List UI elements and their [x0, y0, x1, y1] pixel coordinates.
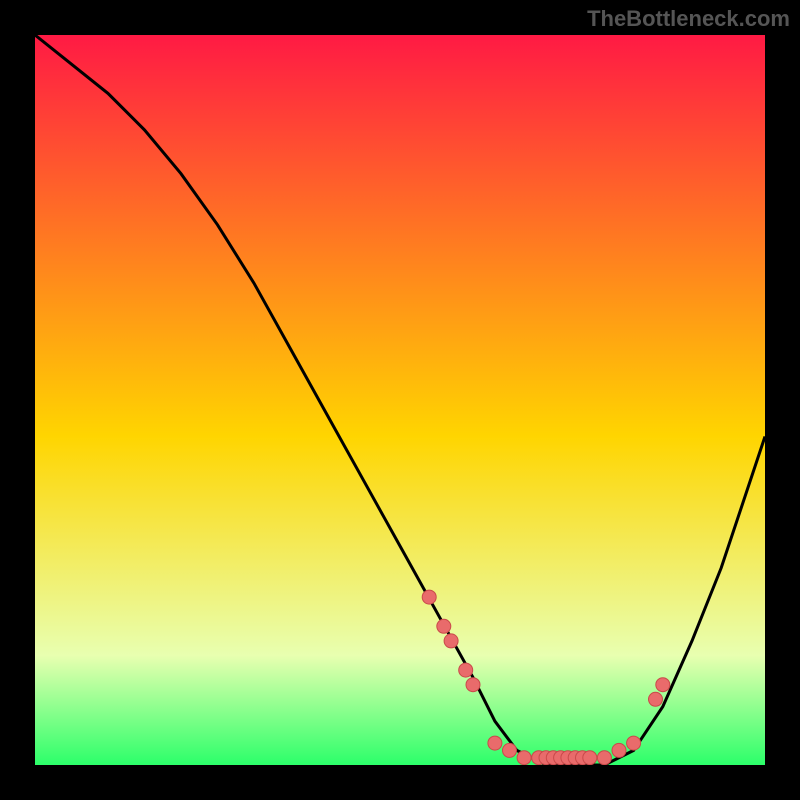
chart-container: TheBottleneck.com	[0, 0, 800, 800]
gradient-background	[35, 35, 765, 765]
data-point	[583, 751, 597, 765]
data-point	[649, 692, 663, 706]
chart-svg	[35, 35, 765, 765]
watermark-text: TheBottleneck.com	[587, 6, 790, 32]
data-point	[466, 678, 480, 692]
data-point	[444, 634, 458, 648]
data-point	[459, 663, 473, 677]
plot-area	[35, 35, 765, 765]
data-point	[627, 736, 641, 750]
data-point	[503, 743, 517, 757]
data-point	[612, 743, 626, 757]
data-point	[597, 751, 611, 765]
data-point	[422, 590, 436, 604]
data-point	[517, 751, 531, 765]
data-point	[488, 736, 502, 750]
data-point	[437, 619, 451, 633]
data-point	[656, 678, 670, 692]
